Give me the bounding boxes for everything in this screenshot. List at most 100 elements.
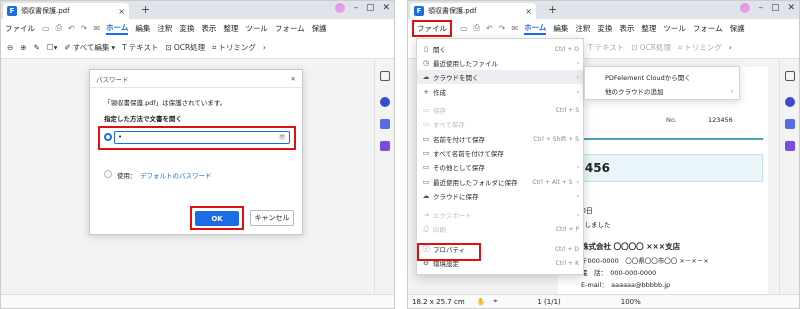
show-password-icon[interactable]: 👁	[278, 132, 286, 143]
crop-icon: ⌗	[212, 42, 217, 52]
menu-bar: ファイル ▭ ⎙ ↶ ↷ ✉ ホーム 編集 注釈 変換 表示 整理 ツール フォ…	[1, 19, 394, 37]
properties-icon[interactable]	[785, 71, 795, 81]
redo-icon[interactable]: ↷	[81, 24, 88, 33]
undo-icon[interactable]: ↶	[486, 24, 493, 33]
more-icon[interactable]: ›	[729, 43, 732, 52]
text-label: テキスト	[128, 43, 159, 52]
select-icon[interactable]: ⌖	[493, 297, 497, 306]
avatar[interactable]	[740, 3, 751, 13]
hand-icon[interactable]: ✋	[477, 298, 486, 306]
minimize-icon[interactable]: –	[758, 3, 763, 13]
file-menu-item[interactable]: ▭ 最近使用したフォルダに保存 Ctrl + Alt + S ›	[417, 175, 583, 189]
chevron-right-icon: ›	[576, 211, 579, 219]
menu-form[interactable]: フォーム	[693, 23, 723, 34]
file-menu-item[interactable]: ▭ 名前を付けて保存 Ctrl + Shift + S	[417, 132, 583, 146]
menu-edit[interactable]: 編集	[553, 23, 568, 34]
menu-annotate[interactable]: 注釈	[157, 23, 172, 34]
avatar[interactable]	[335, 3, 346, 13]
menu-view[interactable]: 表示	[619, 23, 634, 34]
menu-home[interactable]: ホーム	[106, 22, 129, 35]
file-menu-item[interactable]: ▯ 開く Ctrl + O	[417, 42, 583, 56]
menu-annotate[interactable]: 注釈	[575, 23, 590, 34]
ocr-button[interactable]: ⊡ OCR処理	[166, 42, 206, 53]
translate-icon[interactable]	[380, 119, 390, 129]
properties-icon[interactable]	[380, 71, 390, 81]
save-icon[interactable]: ▭	[460, 24, 468, 33]
menu-file[interactable]: ファイル	[5, 23, 35, 34]
mail-icon[interactable]: ✉	[511, 24, 518, 33]
maximize-icon[interactable]: ▢	[771, 3, 780, 13]
menu-form[interactable]: フォーム	[275, 23, 305, 34]
file-menu-item[interactable]: ☁ クラウドに保存 ›	[417, 189, 583, 203]
submenu-pdfelement-cloud[interactable]: PDFelement Cloudから開く	[585, 70, 739, 84]
menu-convert[interactable]: 変換	[597, 23, 612, 34]
crop-button[interactable]: ⌗ トリミング	[212, 42, 256, 53]
menu-item-shortcut: Ctrl + O	[554, 45, 579, 53]
file-menu-item[interactable]: ▭ その他として保存 ›	[417, 160, 583, 174]
more-icon[interactable]: ›	[263, 43, 266, 52]
menu-organize[interactable]: 整理	[223, 23, 238, 34]
save-icon[interactable]: ▭	[42, 24, 50, 33]
print-icon[interactable]: ⎙	[474, 23, 480, 33]
ok-button[interactable]: OK	[195, 211, 239, 226]
menu-tools[interactable]: ツール	[245, 23, 268, 34]
close-tab-icon[interactable]: ×	[118, 7, 125, 16]
close-window-icon[interactable]: ✕	[382, 3, 390, 13]
title-bar: F 領収書保護.pdf × + – ▢ ✕	[408, 1, 799, 19]
zoom-level[interactable]: 100%	[621, 298, 641, 306]
zoom-in-icon[interactable]: ⊕	[20, 43, 26, 52]
default-password-link[interactable]: デフォルトのパスワード	[140, 170, 212, 180]
ai-assistant-icon[interactable]	[380, 97, 390, 107]
ocr-button[interactable]: ⊡ OCR処理	[631, 42, 671, 53]
edit-all-button[interactable]: ✐ すべて編集 ▾	[64, 42, 115, 53]
document-tab[interactable]: F 領収書保護.pdf ×	[410, 3, 536, 19]
print-icon[interactable]: ⎙	[56, 23, 62, 33]
mail-icon[interactable]: ✉	[93, 24, 100, 33]
menu-protect[interactable]: 保護	[730, 23, 745, 34]
file-menu-item[interactable]: + 作成 ›	[417, 85, 583, 99]
menu-item-shortcut: Ctrl + D	[554, 245, 579, 253]
ai-assistant-icon[interactable]	[785, 97, 795, 107]
document-tab[interactable]: F 領収書保護.pdf ×	[3, 3, 129, 19]
default-password-radio[interactable]	[104, 170, 112, 178]
menu-file[interactable]: ファイル	[412, 19, 452, 37]
file-menu-item: ⎙ 印刷 Ctrl + P	[417, 222, 583, 236]
password-input[interactable]: • 👁	[114, 131, 290, 144]
new-tab-icon[interactable]: +	[548, 3, 557, 16]
menu-view[interactable]: 表示	[201, 23, 216, 34]
tab-title: 領収書保護.pdf	[428, 7, 477, 15]
menu-organize[interactable]: 整理	[641, 23, 656, 34]
redo-icon[interactable]: ↷	[499, 24, 506, 33]
highlight-icon[interactable]: ✎	[34, 43, 40, 52]
check-icon[interactable]	[785, 141, 795, 151]
menu-edit[interactable]: 編集	[135, 23, 150, 34]
check-icon[interactable]	[380, 141, 390, 151]
menu-tools[interactable]: ツール	[663, 23, 686, 34]
dialog-close-icon[interactable]: ✕	[291, 75, 296, 83]
menu-protect[interactable]: 保護	[312, 23, 327, 34]
window-controls: – ▢ ✕	[335, 3, 390, 13]
translate-icon[interactable]	[785, 119, 795, 129]
new-tab-icon[interactable]: +	[141, 3, 150, 16]
menu-convert[interactable]: 変換	[179, 23, 194, 34]
zoom-out-icon[interactable]: ⊖	[7, 43, 13, 52]
file-menu-item[interactable]: ◷ 最近使用したファイル ›	[417, 56, 583, 70]
submenu-add-cloud[interactable]: 他のクラウドの追加 ›	[585, 84, 739, 98]
text-button[interactable]: T テキスト	[588, 42, 624, 53]
page-indicator[interactable]: 1 (1/1)	[537, 298, 560, 306]
text-button[interactable]: T テキスト	[122, 42, 158, 53]
close-tab-icon[interactable]: ×	[525, 7, 532, 16]
close-window-icon[interactable]: ✕	[787, 3, 795, 13]
menu-home[interactable]: ホーム	[524, 22, 547, 35]
minimize-icon[interactable]: –	[353, 3, 358, 13]
file-menu-item[interactable]: ▭ すべて名前を付けて保存	[417, 146, 583, 160]
cancel-button[interactable]: キャンセル	[250, 210, 294, 226]
doc-email: E-mail： aaaaaa@bbbbb.jp	[581, 281, 671, 289]
maximize-icon[interactable]: ▢	[366, 3, 375, 13]
password-radio[interactable]	[104, 133, 112, 141]
chevron-right-icon: ›	[576, 59, 579, 67]
file-menu-item[interactable]: ☁ クラウドを開く ›	[417, 70, 583, 84]
shape-icon[interactable]: ☐▾	[47, 43, 58, 52]
undo-icon[interactable]: ↶	[68, 24, 75, 33]
crop-button[interactable]: ⌗ トリミング	[678, 42, 722, 53]
